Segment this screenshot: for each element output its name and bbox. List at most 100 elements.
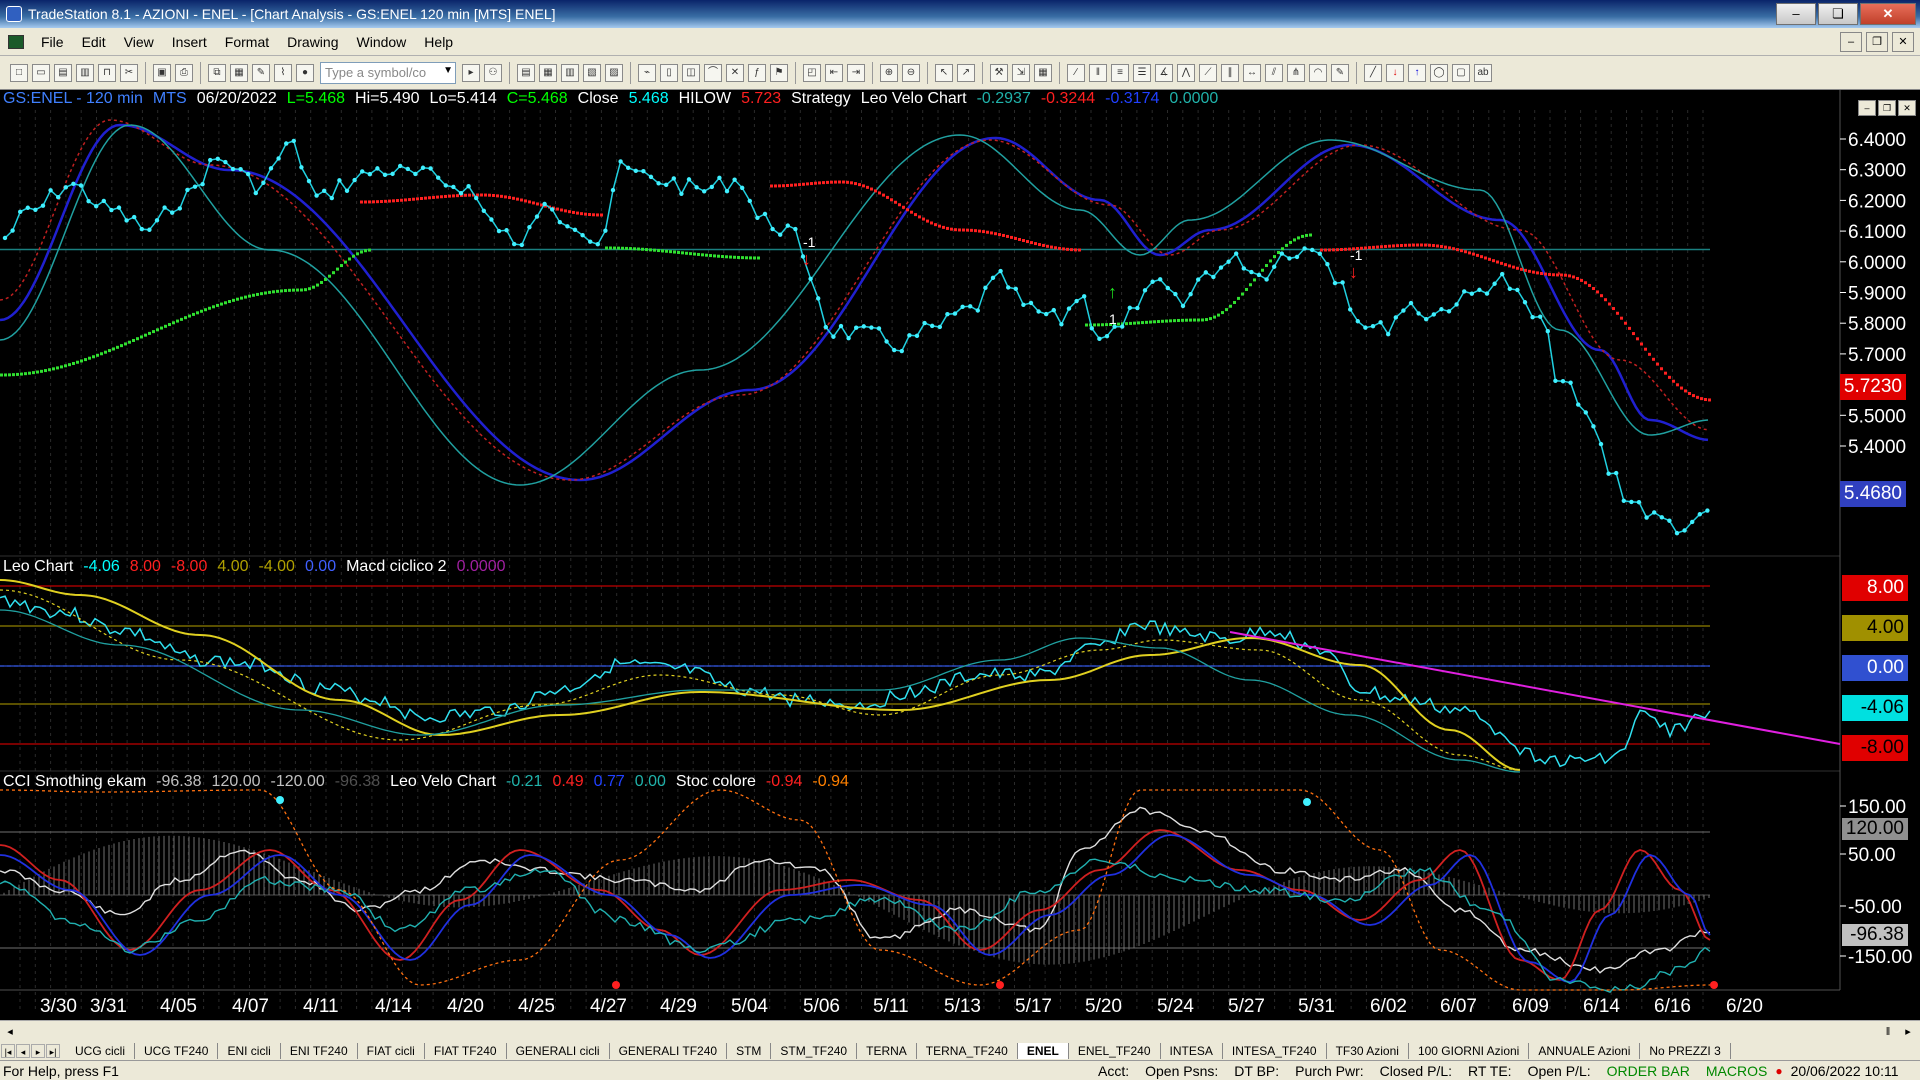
scroll-thumb[interactable]: ‖ <box>1880 1024 1896 1040</box>
workspace-tab[interactable]: TERNA <box>857 1043 917 1059</box>
grid-icon[interactable]: ▦ <box>1034 63 1052 82</box>
chart-document-icon[interactable] <box>8 34 24 49</box>
menu-view[interactable]: View <box>115 32 163 52</box>
workspace-tab[interactable]: FIAT TF240 <box>424 1043 507 1059</box>
workspace-tab[interactable]: UCG TF240 <box>135 1043 219 1059</box>
workspace-tab[interactable]: ANNUALE Azioni <box>1529 1043 1641 1059</box>
minimize-button[interactable]: – <box>1776 3 1816 25</box>
channel-icon[interactable]: ∥ <box>1221 63 1239 82</box>
tab-next-icon[interactable]: ▸ <box>31 1044 45 1058</box>
chart-close-button[interactable]: ✕ <box>1898 100 1916 116</box>
matrix-icon[interactable]: ▥ <box>561 63 579 82</box>
line-chart-icon[interactable]: ⌒ <box>704 63 722 82</box>
zoom-out-icon[interactable]: ⊖ <box>902 63 920 82</box>
workspace-tab[interactable]: INTESA_TF240 <box>1222 1043 1327 1059</box>
arc-icon[interactable]: ◠ <box>1309 63 1327 82</box>
save-icon[interactable]: ▣ <box>153 63 171 82</box>
mdi-minimize-button[interactable]: – <box>1840 32 1862 52</box>
chevron-down-icon[interactable]: ▼ <box>443 65 453 76</box>
menu-edit[interactable]: Edit <box>73 32 115 52</box>
copy-icon[interactable]: ⧉ <box>208 63 226 82</box>
symbol-input[interactable]: Type a symbol/co ▼ <box>320 61 456 84</box>
gann-fan-icon[interactable]: ⋀ <box>1177 63 1195 82</box>
mdi-close-button[interactable]: ✕ <box>1892 32 1914 52</box>
line-icon[interactable]: ╱ <box>1364 63 1382 82</box>
point-figure-icon[interactable]: ✕ <box>726 63 744 82</box>
globe-icon[interactable]: ● <box>296 63 314 82</box>
menu-window[interactable]: Window <box>348 32 416 52</box>
menu-help[interactable]: Help <box>415 32 462 52</box>
tools-icon[interactable]: ⚒ <box>990 63 1008 82</box>
vertical-lines-icon[interactable]: ‖ <box>1089 63 1107 82</box>
menu-file[interactable]: File <box>32 32 73 52</box>
play-arrow-icon[interactable]: ▸ <box>462 63 480 82</box>
open-icon[interactable]: ▤ <box>54 63 72 82</box>
new-window-icon[interactable]: ▭ <box>32 63 50 82</box>
print-icon[interactable]: ⎙ <box>175 63 193 82</box>
indicator-icon[interactable]: ƒ <box>748 63 766 82</box>
pointer-icon[interactable]: ↖ <box>935 63 953 82</box>
data-window-icon[interactable]: ◰ <box>803 63 821 82</box>
format-icon[interactable]: ✎ <box>252 63 270 82</box>
news-icon[interactable]: ▨ <box>605 63 623 82</box>
strategy-icon[interactable]: ⚑ <box>770 63 788 82</box>
down-arrow-icon[interactable]: ↓ <box>1386 63 1404 82</box>
scroll-right-icon[interactable]: ⇥ <box>847 63 865 82</box>
workspace-tab[interactable]: ENEL <box>1017 1043 1069 1059</box>
candlestick-icon[interactable]: ◫ <box>682 63 700 82</box>
workspace-tab[interactable]: ENI cicli <box>218 1043 281 1059</box>
horizontal-arrow-icon[interactable]: ↔ <box>1243 63 1261 82</box>
binoculars-icon[interactable]: ⚇ <box>484 63 502 82</box>
up-arrow-icon[interactable]: ↑ <box>1408 63 1426 82</box>
chart-analysis-window[interactable]: 6.4000 6.3000 6.2000 6.1000 6.0000 5.9000 5.80… <box>0 90 1920 1020</box>
bar-chart-icon[interactable]: ▯ <box>660 63 678 82</box>
lock-icon[interactable]: ⊓ <box>98 63 116 82</box>
scroll-left-arrow-icon[interactable]: ◂ <box>2 1024 18 1040</box>
workspace-tab[interactable]: No PREZZI 3 <box>1640 1043 1731 1059</box>
workspace-tab[interactable]: TF30 Azioni <box>1326 1043 1409 1059</box>
mdi-restore-button[interactable]: ❐ <box>1866 32 1888 52</box>
regression-icon[interactable]: ⟋ <box>1199 63 1217 82</box>
workspace-tab[interactable]: ENEL_TF240 <box>1068 1043 1161 1059</box>
tab-prev-icon[interactable]: ◂ <box>16 1044 30 1058</box>
menu-drawing[interactable]: Drawing <box>278 32 347 52</box>
trendline-icon[interactable]: ∕ <box>1067 63 1085 82</box>
ellipse-icon[interactable]: ◯ <box>1430 63 1448 82</box>
chart-minimize-button[interactable]: – <box>1858 100 1876 116</box>
order-bar-button[interactable]: ORDER BAR <box>1599 1063 1698 1079</box>
speed-lines-icon[interactable]: ∡ <box>1155 63 1173 82</box>
radar-screen-icon[interactable]: ▦ <box>539 63 557 82</box>
workspace-tab[interactable]: GENERALI cicli <box>506 1043 610 1059</box>
option-station-icon[interactable]: ▧ <box>583 63 601 82</box>
brush-icon[interactable]: ⌇ <box>274 63 292 82</box>
workspace-tab[interactable]: STM_TF240 <box>771 1043 858 1059</box>
workspace-tab[interactable]: STM <box>727 1043 772 1059</box>
andrews-pitchfork-icon[interactable]: ⋔ <box>1287 63 1305 82</box>
menu-format[interactable]: Format <box>216 32 278 52</box>
close-button[interactable]: ✕ <box>1860 3 1916 25</box>
workspace-tab[interactable]: INTESA <box>1160 1043 1223 1059</box>
fibonacci-icon[interactable]: ☰ <box>1133 63 1151 82</box>
workspace-tab[interactable]: 100 GIORNI Azioni <box>1408 1043 1530 1059</box>
workspace-tab[interactable]: GENERALI TF240 <box>609 1043 728 1059</box>
pointer-plus-icon[interactable]: ↗ <box>957 63 975 82</box>
workspace-tab[interactable]: UCG cicli <box>66 1043 135 1059</box>
new-icon[interactable]: □ <box>10 63 28 82</box>
scroll-right-arrow-icon[interactable]: ▸ <box>1900 1024 1916 1040</box>
chart-canvas[interactable]: 6.4000 6.3000 6.2000 6.1000 6.0000 5.9000 5.80… <box>0 90 1920 1020</box>
menu-insert[interactable]: Insert <box>163 32 216 52</box>
horizontal-lines-icon[interactable]: ≡ <box>1111 63 1129 82</box>
rectangle-icon[interactable]: ▢ <box>1452 63 1470 82</box>
paste-icon[interactable]: ▦ <box>230 63 248 82</box>
restore-button[interactable]: ❏ <box>1818 3 1858 25</box>
parallel-lines-icon[interactable]: ⫽ <box>1265 63 1283 82</box>
workspace-tab[interactable]: TERNA_TF240 <box>916 1043 1018 1059</box>
chart-window-icon[interactable]: ▤ <box>517 63 535 82</box>
macros-button[interactable]: MACROS <box>1698 1063 1775 1079</box>
cut-icon[interactable]: ✂ <box>120 63 138 82</box>
workspace-tab[interactable]: ENI TF240 <box>280 1043 358 1059</box>
open-workspace-icon[interactable]: ▥ <box>76 63 94 82</box>
workspace-tab[interactable]: FIAT cicli <box>357 1043 425 1059</box>
chart-restore-button[interactable]: ❐ <box>1878 100 1896 116</box>
zoom-in-icon[interactable]: ⊕ <box>880 63 898 82</box>
